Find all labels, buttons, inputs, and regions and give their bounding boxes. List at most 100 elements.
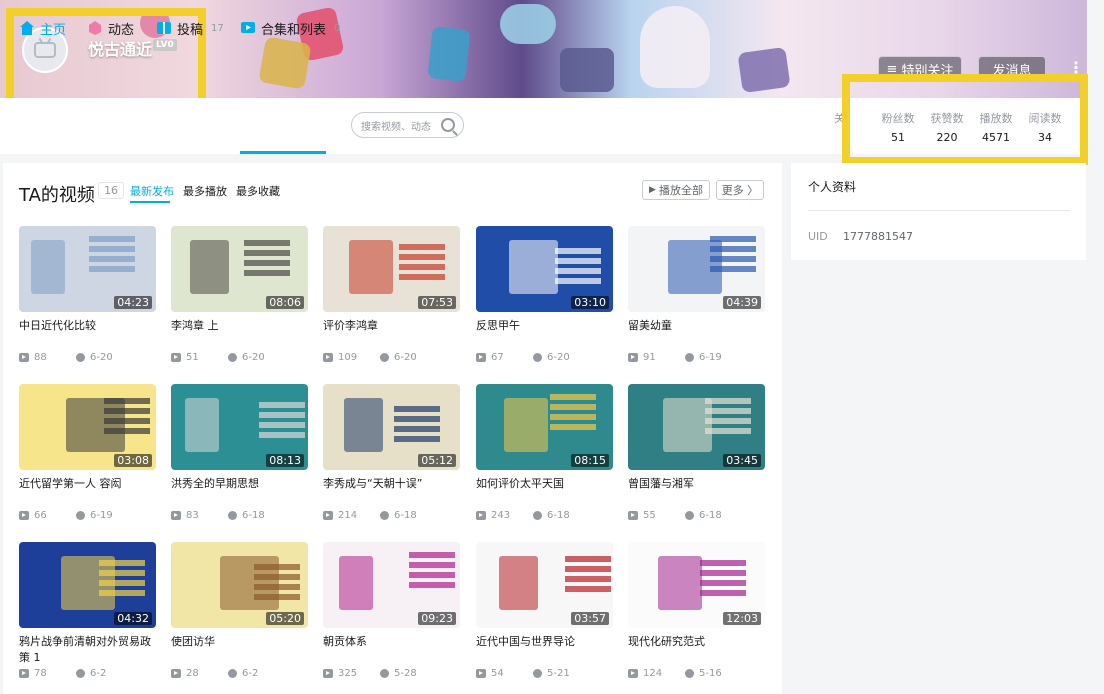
- video-thumbnail[interactable]: 03:45: [628, 384, 765, 470]
- play-count-icon: [323, 669, 333, 678]
- play-count-icon: [476, 511, 486, 520]
- play-count-icon: [476, 353, 486, 362]
- video-card[interactable]: 03:10 反思甲午 67 6-20: [476, 226, 613, 376]
- video-meta: 214 6-18: [323, 510, 460, 521]
- video-duration: 03:57: [571, 612, 609, 625]
- video-title[interactable]: 留美幼童: [628, 318, 768, 334]
- video-title[interactable]: 李鸿章 上: [171, 318, 311, 334]
- video-title[interactable]: 使团访华: [171, 634, 311, 650]
- video-title[interactable]: 近代留学第一人 容闳: [19, 476, 159, 492]
- tab-dynamic[interactable]: 动态: [87, 0, 134, 56]
- video-thumbnail[interactable]: 04:32: [19, 542, 156, 628]
- tab-home[interactable]: 主页: [19, 0, 66, 56]
- video-card[interactable]: 09:23 朝贡体系 325 5-28: [323, 542, 460, 692]
- video-card[interactable]: 04:23 中日近代化比较 88 6-20: [19, 226, 156, 376]
- sort-latest[interactable]: 最新发布: [130, 183, 174, 199]
- video-card[interactable]: 03:45 曾国藩与湘军 55 6-18: [628, 384, 765, 534]
- video-meta: 88 6-20: [19, 352, 156, 363]
- thumbnail-art: [259, 402, 305, 408]
- thumbnail-art: [409, 552, 455, 558]
- thumbnail-art: [349, 240, 393, 294]
- thumbnail-art: [66, 398, 125, 452]
- video-card[interactable]: 04:39 留美幼童 91 6-19: [628, 226, 765, 376]
- video-card[interactable]: 08:15 如何评价太平天国 243 6-18: [476, 384, 613, 534]
- video-title[interactable]: 李秀成与“天朝十误”: [323, 476, 463, 492]
- video-title[interactable]: 评价李鸿章: [323, 318, 463, 334]
- video-title[interactable]: 洪秀全的早期思想: [171, 476, 311, 492]
- video-card[interactable]: 08:13 洪秀全的早期思想 83 6-18: [171, 384, 308, 534]
- thumbnail-art: [185, 398, 219, 452]
- video-title[interactable]: 朝贡体系: [323, 634, 463, 650]
- video-thumbnail[interactable]: 05:20: [171, 542, 308, 628]
- thumbnail-art: [663, 398, 712, 452]
- play-all-button[interactable]: ▶ 播放全部: [642, 180, 710, 200]
- sort-most-played[interactable]: 最多播放: [183, 183, 227, 199]
- clock-icon: [380, 669, 389, 678]
- video-thumbnail[interactable]: 03:57: [476, 542, 613, 628]
- video-thumbnail[interactable]: 05:12: [323, 384, 460, 470]
- home-icon: [20, 21, 34, 35]
- video-meta: 78 6-2: [19, 668, 156, 679]
- video-card[interactable]: 12:03 现代化研究范式 124 5-16: [628, 542, 765, 692]
- video-thumbnail[interactable]: 03:08: [19, 384, 156, 470]
- tab-collections[interactable]: 合集和列表 0: [240, 0, 340, 56]
- video-thumbnail[interactable]: 08:06: [171, 226, 308, 312]
- dynamic-icon: [89, 21, 101, 35]
- video-title[interactable]: 反思甲午: [476, 318, 616, 334]
- play-count-icon: [628, 669, 638, 678]
- video-card[interactable]: 05:20 使团访华 28 6-2: [171, 542, 308, 692]
- tab-uploads-count: 17: [211, 22, 224, 34]
- thumbnail-art: [504, 398, 548, 452]
- video-meta: 28 6-2: [171, 668, 308, 679]
- play-count: 91: [643, 352, 656, 363]
- video-title[interactable]: 中日近代化比较: [19, 318, 159, 334]
- video-card[interactable]: 04:32 鸦片战争前清朝对外贸易政策 1 78 6-2: [19, 542, 156, 692]
- video-thumbnail[interactable]: 03:10: [476, 226, 613, 312]
- search-input[interactable]: 搜索视频、动态: [351, 112, 464, 138]
- video-thumbnail[interactable]: 04:23: [19, 226, 156, 312]
- search-icon[interactable]: [441, 118, 455, 132]
- video-thumbnail[interactable]: 09:23: [323, 542, 460, 628]
- tab-uploads-label: 投稿: [177, 22, 204, 38]
- play-count: 66: [34, 510, 47, 521]
- tab-active-indicator: [240, 151, 326, 154]
- play-count-icon: [171, 353, 181, 362]
- video-title[interactable]: 鸦片战争前清朝对外贸易政策 1: [19, 634, 159, 666]
- video-title[interactable]: 曾国藩与湘军: [628, 476, 768, 492]
- upload-date: 6-20: [90, 352, 113, 363]
- more-button[interactable]: 更多 〉: [716, 180, 764, 200]
- upload-date: 6-2: [242, 668, 259, 679]
- uid-value: 1777881547: [843, 230, 913, 243]
- video-duration: 04:32: [114, 612, 152, 625]
- sort-most-favorited[interactable]: 最多收藏: [236, 183, 280, 199]
- clock-icon: [685, 353, 694, 362]
- video-thumbnail[interactable]: 07:53: [323, 226, 460, 312]
- upload-icon: [157, 22, 171, 34]
- video-card[interactable]: 03:57 近代中国与世界导论 54 5-21: [476, 542, 613, 692]
- stats-highlight-box: [842, 74, 1088, 165]
- play-count-icon: [628, 511, 638, 520]
- thumbnail-art: [550, 394, 596, 400]
- video-card[interactable]: 05:12 李秀成与“天朝十误” 214 6-18: [323, 384, 460, 534]
- thumbnail-art: [509, 240, 558, 294]
- video-card[interactable]: 03:08 近代留学第一人 容闳 66 6-19: [19, 384, 156, 534]
- video-thumbnail[interactable]: 12:03: [628, 542, 765, 628]
- video-duration: 05:20: [266, 612, 304, 625]
- play-count-icon: [171, 511, 181, 520]
- tab-uploads[interactable]: 投稿 17: [156, 0, 224, 56]
- play-count: 67: [491, 352, 504, 363]
- video-duration: 03:08: [114, 454, 152, 467]
- video-title[interactable]: 近代中国与世界导论: [476, 634, 616, 650]
- video-thumbnail[interactable]: 04:39: [628, 226, 765, 312]
- video-title[interactable]: 现代化研究范式: [628, 634, 768, 650]
- video-title[interactable]: 如何评价太平天国: [476, 476, 616, 492]
- video-thumbnail[interactable]: 08:15: [476, 384, 613, 470]
- video-duration: 03:45: [723, 454, 761, 467]
- video-thumbnail[interactable]: 08:13: [171, 384, 308, 470]
- thumbnail-art: [254, 564, 300, 570]
- clock-icon: [76, 353, 85, 362]
- video-card[interactable]: 08:06 李鸿章 上 51 6-20: [171, 226, 308, 376]
- upload-date: 6-19: [90, 510, 113, 521]
- video-card[interactable]: 07:53 评价李鸿章 109 6-20: [323, 226, 460, 376]
- video-meta: 66 6-19: [19, 510, 156, 521]
